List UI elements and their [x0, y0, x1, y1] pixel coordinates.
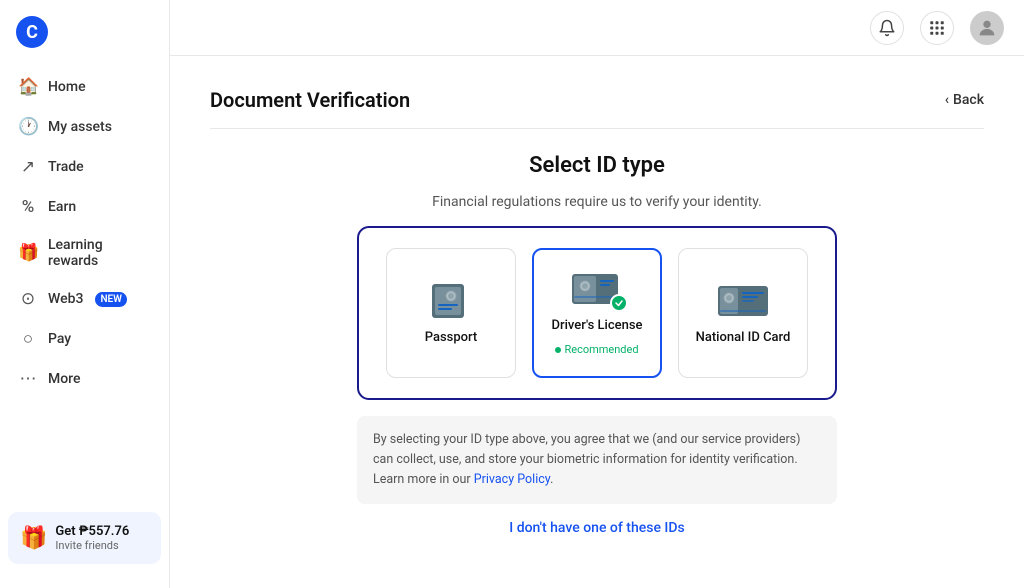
logo-icon: C	[16, 16, 48, 48]
sidebar-item-learning-rewards[interactable]: 🎁 Learning rewards	[8, 228, 161, 278]
national-id-label: National ID Card	[696, 330, 791, 345]
more-icon: ⋯	[18, 369, 38, 389]
invite-text-group: Get ₱557.76 Invite friends	[55, 524, 129, 552]
sidebar-item-label: Trade	[48, 159, 84, 175]
invite-reward-amount: Get ₱557.76	[55, 524, 129, 539]
sidebar-item-more[interactable]: ⋯ More	[8, 360, 161, 398]
user-avatar-button[interactable]	[970, 11, 1004, 45]
passport-icon	[424, 282, 478, 320]
bell-icon	[878, 19, 896, 37]
pay-icon: ○	[18, 329, 38, 349]
notification-bell-button[interactable]	[870, 11, 904, 45]
app-logo[interactable]: C	[0, 16, 169, 68]
drivers-license-card[interactable]: Driver's License Recommended	[532, 248, 662, 378]
sidebar-item-home[interactable]: 🏠 Home	[8, 68, 161, 106]
select-id-subtitle: Financial regulations require us to veri…	[432, 194, 762, 210]
page-title: Document Verification	[210, 88, 410, 112]
select-id-title: Select ID type	[529, 153, 665, 178]
id-cards-container: Passport	[357, 226, 837, 400]
sidebar-item-label: Web3	[48, 291, 83, 307]
sidebar-item-web3[interactable]: ⊙ Web3 NEW	[8, 280, 161, 318]
learning-icon: 🎁	[18, 243, 38, 263]
new-badge: NEW	[95, 292, 127, 307]
recommended-badge: Recommended	[555, 343, 638, 356]
sidebar: C 🏠 Home 🕐 My assets ↗ Trade % Earn 🎁 Le…	[0, 0, 170, 588]
sidebar-item-label: More	[48, 371, 81, 387]
gift-icon: 🎁	[20, 526, 47, 551]
drivers-license-label: Driver's License	[552, 318, 643, 333]
invite-subtitle: Invite friends	[55, 539, 129, 552]
apps-grid-button[interactable]	[920, 11, 954, 45]
earn-icon: %	[18, 197, 38, 217]
no-id-link[interactable]: I don't have one of these IDs	[509, 520, 684, 536]
main-area: Document Verification ‹ Back Select ID t…	[170, 0, 1024, 588]
privacy-policy-link[interactable]: Privacy Policy	[474, 472, 550, 487]
disclaimer-end: .	[550, 472, 553, 487]
sidebar-item-earn[interactable]: % Earn	[8, 188, 161, 226]
web3-icon: ⊙	[18, 289, 38, 309]
sidebar-item-label: My assets	[48, 119, 112, 135]
select-id-section: Select ID type Financial regulations req…	[210, 153, 984, 536]
home-icon: 🏠	[18, 77, 38, 97]
national-id-icon	[716, 282, 770, 320]
back-label: Back	[953, 92, 984, 108]
sidebar-item-trade[interactable]: ↗ Trade	[8, 148, 161, 186]
topbar	[170, 0, 1024, 56]
invite-friends-banner[interactable]: 🎁 Get ₱557.76 Invite friends	[8, 512, 161, 564]
disclaimer-text: By selecting your ID type above, you agr…	[373, 432, 800, 487]
back-button[interactable]: ‹ Back	[945, 92, 984, 108]
disclaimer-box: By selecting your ID type above, you agr…	[357, 416, 837, 504]
recommended-dot	[555, 347, 561, 353]
sidebar-item-label: Earn	[48, 199, 76, 215]
passport-card[interactable]: Passport	[386, 248, 516, 378]
sidebar-item-label: Pay	[48, 331, 71, 347]
assets-icon: 🕐	[18, 117, 38, 137]
national-id-card[interactable]: National ID Card	[678, 248, 808, 378]
avatar-icon	[976, 17, 998, 39]
trade-icon: ↗	[18, 157, 38, 177]
recommended-text: Recommended	[564, 343, 638, 356]
sidebar-item-pay[interactable]: ○ Pay	[8, 320, 161, 358]
passport-label: Passport	[425, 330, 478, 345]
sidebar-item-label: Learning rewards	[48, 237, 151, 269]
sidebar-item-my-assets[interactable]: 🕐 My assets	[8, 108, 161, 146]
grid-icon	[928, 19, 946, 37]
content-area: Document Verification ‹ Back Select ID t…	[170, 56, 1024, 588]
page-header: Document Verification ‹ Back	[210, 88, 984, 129]
sidebar-nav: 🏠 Home 🕐 My assets ↗ Trade % Earn 🎁 Lear…	[0, 68, 169, 504]
chevron-left-icon: ‹	[945, 92, 949, 108]
sidebar-item-label: Home	[48, 79, 86, 95]
